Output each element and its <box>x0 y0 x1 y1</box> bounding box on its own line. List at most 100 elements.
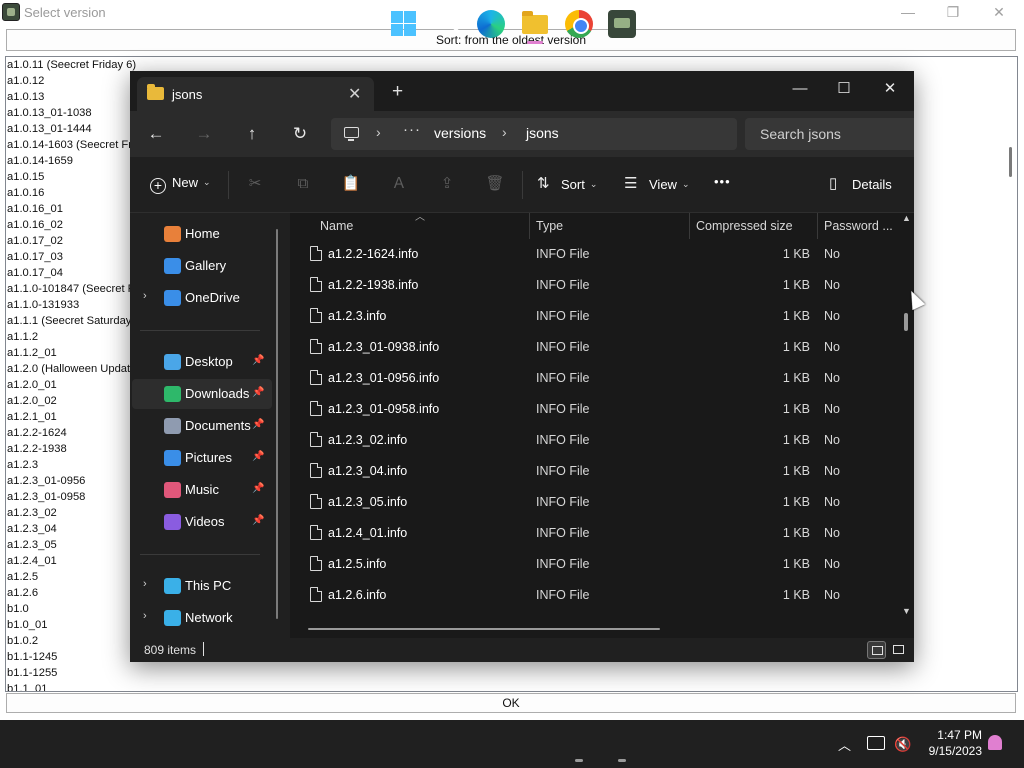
back-button[interactable]: ← <box>144 123 168 145</box>
column-header-compressed-size[interactable]: Compressed size <box>696 213 793 239</box>
sidebar-item-label: Downloads <box>185 386 250 401</box>
explorer-minimize-button[interactable]: — <box>778 75 822 103</box>
column-separator[interactable] <box>689 213 690 239</box>
taskbar-search-button[interactable] <box>434 10 462 38</box>
sidebar-item-desktop[interactable]: Desktop 📌 <box>132 347 272 377</box>
sidebar-item-network[interactable]: › Network <box>132 603 272 633</box>
address-bar[interactable]: › ··· versions › jsons <box>331 118 737 150</box>
maximize-button[interactable]: ❐ <box>930 0 976 26</box>
tab-close-icon[interactable]: ✕ <box>348 84 361 104</box>
chevron-right-icon[interactable]: › <box>143 578 147 590</box>
details-view-toggle[interactable] <box>867 641 886 659</box>
rename-icon[interactable]: Ａ <box>389 174 409 194</box>
minimize-button[interactable]: — <box>885 0 931 26</box>
up-button[interactable]: ↑ <box>240 123 264 145</box>
sidebar-item-onedrive[interactable]: › OneDrive <box>132 283 272 313</box>
edge-browser-icon[interactable] <box>477 10 505 38</box>
pin-icon[interactable]: 📌 <box>252 451 264 462</box>
file-row[interactable]: a1.2.3.info INFO File 1 KB No <box>290 301 902 332</box>
notification-bell-icon[interactable] <box>988 735 1002 750</box>
clock[interactable]: 1:47 PM 9/15/2023 <box>920 727 982 759</box>
chevron-right-icon[interactable]: › <box>143 610 147 622</box>
file-row[interactable]: a1.2.5.info INFO File 1 KB No <box>290 549 902 580</box>
file-row[interactable]: a1.2.3_01-0956.info INFO File 1 KB No <box>290 363 902 394</box>
sidebar-item-pictures[interactable]: Pictures 📌 <box>132 443 272 473</box>
horizontal-scrollbar-thumb[interactable] <box>308 628 660 630</box>
view-button[interactable]: View ⌄ <box>649 177 690 192</box>
start-button[interactable] <box>390 10 418 38</box>
column-separator[interactable] <box>817 213 818 239</box>
details-button[interactable]: Details <box>852 177 892 192</box>
more-locations-button[interactable]: ··· <box>403 121 421 138</box>
divider <box>140 330 260 331</box>
pin-icon[interactable]: 📌 <box>252 483 264 494</box>
network-icon[interactable] <box>867 736 885 750</box>
breadcrumb-versions[interactable]: versions <box>434 125 486 141</box>
paste-icon[interactable]: 📋 <box>341 174 361 194</box>
version-list-scrollbar[interactable] <box>1009 147 1012 177</box>
vertical-scrollbar-thumb[interactable] <box>904 313 908 331</box>
column-header-type[interactable]: Type <box>536 213 563 239</box>
sidebar-item-this-pc[interactable]: › This PC <box>132 571 272 601</box>
column-separator[interactable] <box>529 213 530 239</box>
tab-jsons[interactable]: jsons ✕ <box>137 77 374 111</box>
column-header-password[interactable]: Password ... <box>824 213 893 239</box>
sidebar-item-videos[interactable]: Videos 📌 <box>132 507 272 537</box>
delete-icon[interactable]: 🗑 <box>485 174 505 194</box>
pin-icon[interactable]: 📌 <box>252 387 264 398</box>
close-button[interactable]: ✕ <box>976 0 1022 26</box>
divider <box>228 171 229 199</box>
file-row[interactable]: a1.2.3_02.info INFO File 1 KB No <box>290 425 902 456</box>
breadcrumb-jsons[interactable]: jsons <box>526 125 559 141</box>
sort-button[interactable]: Sort ⌄ <box>561 177 597 192</box>
sort-button[interactable]: Sort: from the oldest version <box>6 29 1016 51</box>
navigation-pane-scrollbar[interactable] <box>276 229 278 619</box>
file-explorer-taskbar-icon[interactable] <box>521 10 549 44</box>
large-icons-view-toggle[interactable] <box>889 641 908 659</box>
volume-muted-icon[interactable]: 🔇 <box>894 736 911 753</box>
pin-icon[interactable]: 📌 <box>252 419 264 430</box>
sidebar-item-downloads[interactable]: Downloads 📌 <box>132 379 272 409</box>
show-hidden-icons-button[interactable]: ︿ <box>838 735 851 754</box>
sidebar-item-gallery[interactable]: Gallery <box>132 251 272 281</box>
new-tab-button[interactable]: + <box>392 82 403 102</box>
file-row[interactable]: a1.2.3_05.info INFO File 1 KB No <box>290 487 902 518</box>
copy-icon[interactable]: ⧉ <box>293 174 313 194</box>
new-button[interactable]: + New ⌄ <box>150 175 211 194</box>
file-type: INFO File <box>536 495 590 509</box>
game-app-icon[interactable] <box>608 10 636 38</box>
file-row[interactable]: a1.2.2-1624.info INFO File 1 KB No <box>290 239 902 270</box>
sidebar-item-documents[interactable]: Documents 📌 <box>132 411 272 441</box>
pin-icon[interactable]: 📌 <box>252 515 264 526</box>
sidebar-item-home[interactable]: Home <box>132 219 272 249</box>
file-row[interactable]: a1.2.6.info INFO File 1 KB No <box>290 580 902 611</box>
file-size: 1 KB <box>782 278 810 292</box>
file-row[interactable]: a1.2.3_01-0938.info INFO File 1 KB No <box>290 332 902 363</box>
column-header-name[interactable]: Name <box>320 213 353 239</box>
more-options-button[interactable]: ••• <box>714 174 731 189</box>
file-row[interactable]: a1.2.3_04.info INFO File 1 KB No <box>290 456 902 487</box>
file-row[interactable]: a1.2.4_01.info INFO File 1 KB No <box>290 518 902 549</box>
file-type: INFO File <box>536 371 590 385</box>
plus-circle-icon: + <box>150 178 166 194</box>
file-row[interactable]: a1.2.3_01-0958.info INFO File 1 KB No <box>290 394 902 425</box>
sidebar-item-label: Videos <box>185 514 225 529</box>
file-icon <box>310 556 322 571</box>
refresh-button[interactable]: ↻ <box>288 123 312 145</box>
explorer-maximize-button[interactable]: ☐ <box>822 75 866 103</box>
pin-icon[interactable]: 📌 <box>252 355 264 366</box>
cut-icon[interactable]: ✂ <box>245 174 265 194</box>
scroll-up-arrow-icon[interactable]: ▲ <box>902 213 911 223</box>
explorer-close-button[interactable]: ✕ <box>868 75 912 103</box>
file-row[interactable]: a1.2.2-1938.info INFO File 1 KB No <box>290 270 902 301</box>
chevron-right-icon[interactable]: › <box>143 290 147 302</box>
ok-button[interactable]: OK <box>6 693 1016 713</box>
version-list-item[interactable]: b1.1-1255 <box>6 665 1017 681</box>
forward-button[interactable]: → <box>192 123 216 145</box>
scroll-down-arrow-icon[interactable]: ▼ <box>902 606 911 616</box>
search-box[interactable]: Search jsons <box>745 118 914 150</box>
version-list-item[interactable]: b1.1_01 <box>6 681 1017 691</box>
chrome-browser-icon[interactable] <box>565 10 593 38</box>
sidebar-item-music[interactable]: Music 📌 <box>132 475 272 505</box>
share-icon[interactable]: ⇪ <box>437 174 457 194</box>
